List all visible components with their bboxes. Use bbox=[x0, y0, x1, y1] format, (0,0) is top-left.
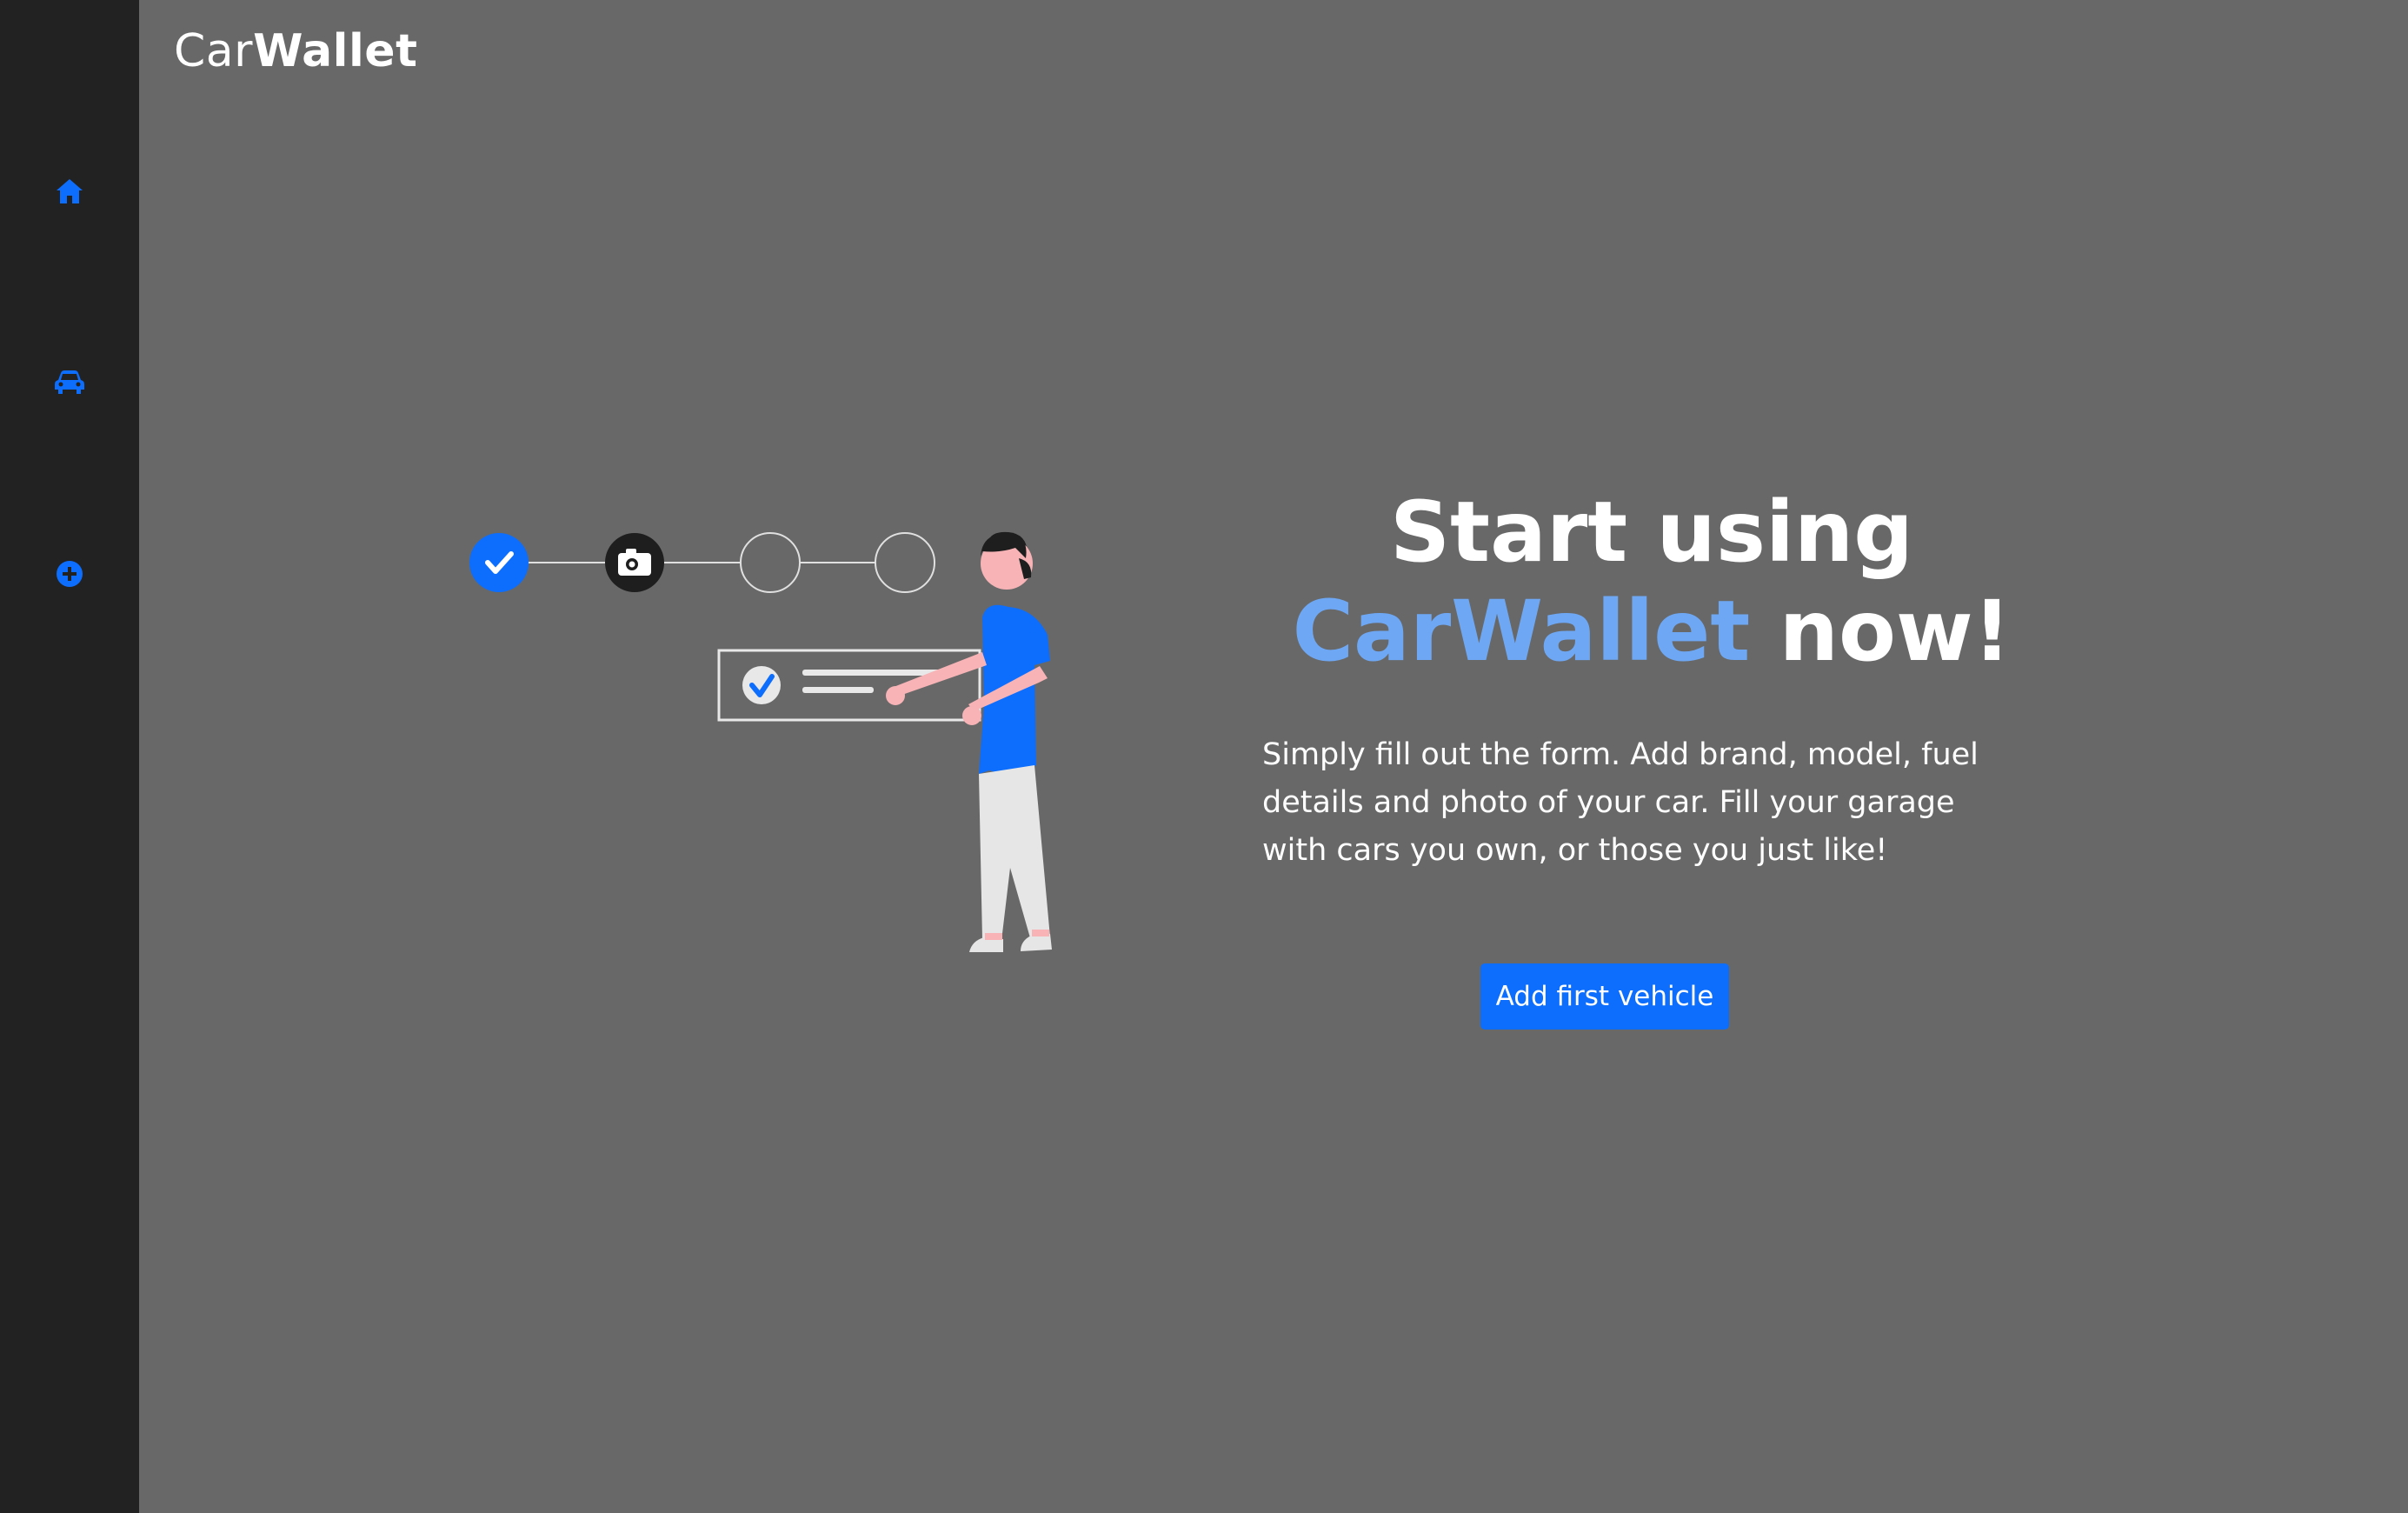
hero-title-line1: Start using bbox=[1390, 483, 1913, 581]
add-first-vehicle-button[interactable]: Add first vehicle bbox=[1480, 963, 1729, 1030]
step-empty-icon bbox=[740, 532, 801, 593]
sidebar bbox=[0, 0, 139, 1513]
hero-section: Start using CarWallet now! Simply fill o… bbox=[1217, 483, 2086, 875]
progress-steps bbox=[469, 532, 935, 593]
form-card-icon bbox=[717, 649, 981, 722]
plus-circle-icon bbox=[57, 561, 83, 587]
sidebar-item-home[interactable] bbox=[35, 157, 104, 226]
home-icon bbox=[57, 179, 83, 203]
app-root: CarWallet Start using CarWallet now! Sim… bbox=[0, 0, 2408, 1513]
step-camera-icon bbox=[605, 533, 664, 592]
step-empty-icon bbox=[875, 532, 935, 593]
logo-text-car: Car bbox=[174, 25, 254, 77]
sidebar-item-vehicles[interactable] bbox=[35, 348, 104, 417]
logo-text-wallet: Wallet bbox=[253, 25, 418, 77]
hero-title: Start using CarWallet now! bbox=[1217, 483, 2086, 681]
hero-description: Simply fill out the form. Add brand, mod… bbox=[1262, 737, 1979, 868]
step-done-icon bbox=[469, 533, 529, 592]
car-icon bbox=[55, 370, 84, 394]
person-icon bbox=[886, 531, 1052, 952]
hero-title-accent: CarWallet bbox=[1292, 583, 1751, 680]
onboarding-illustration bbox=[469, 531, 1052, 952]
hero-title-rest: now! bbox=[1750, 583, 2012, 680]
app-logo[interactable]: CarWallet bbox=[174, 23, 417, 80]
sidebar-item-add-vehicle[interactable] bbox=[35, 539, 104, 609]
